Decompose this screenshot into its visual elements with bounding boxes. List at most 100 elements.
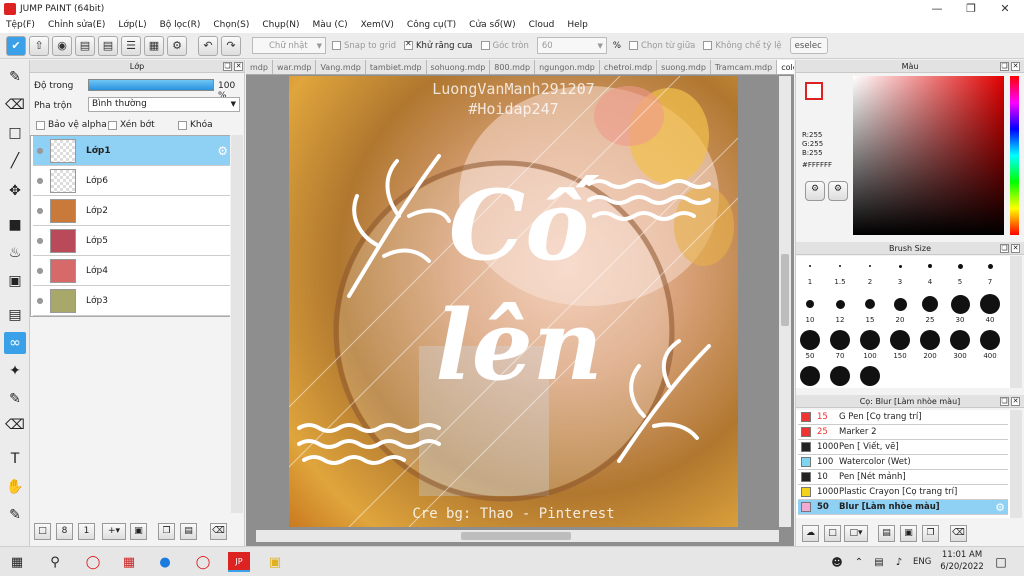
layer-row[interactable]: ● Lớp2 <box>33 196 230 226</box>
move-tool-icon[interactable]: ✥ <box>4 180 26 202</box>
saturation-picker[interactable] <box>853 76 1004 235</box>
pen-tool-icon[interactable]: ✎ <box>4 66 26 88</box>
brush-size-dot[interactable] <box>860 330 880 350</box>
jump-paint-taskbar-icon[interactable]: JP <box>228 552 250 572</box>
menu-tools[interactable]: Công cụ(T) <box>407 20 456 30</box>
undock-icon[interactable]: ❏ <box>223 62 232 71</box>
brush-size-dot[interactable] <box>890 330 910 350</box>
brush-row[interactable]: 100 Watercolor (Wet) <box>798 455 1008 470</box>
opacity-slider[interactable] <box>88 79 214 91</box>
cloud-icon[interactable]: ✔ <box>6 35 26 56</box>
lock-option[interactable]: Khóa <box>178 120 213 130</box>
notification-icon[interactable]: □ <box>990 552 1012 572</box>
folder-icon[interactable]: ▣ <box>130 523 147 540</box>
no-ratio-option[interactable]: Không chế tỷ lệ <box>703 41 782 51</box>
network-icon[interactable]: ▤ <box>868 552 890 572</box>
lasso-tool-icon[interactable]: ∞ <box>4 332 26 354</box>
new-layer-icon[interactable]: □ <box>34 523 51 540</box>
undo-icon[interactable]: ↶ <box>198 35 218 56</box>
brush-row[interactable]: 15 G Pen [Cọ trang trí] <box>798 410 1008 425</box>
redo-icon[interactable]: ↷ <box>221 35 241 56</box>
hue-slider[interactable] <box>1010 76 1019 235</box>
horizontal-scrollbar[interactable] <box>256 530 779 542</box>
foreground-color-swatch[interactable] <box>805 82 823 100</box>
round-value-input[interactable]: 60 ▼ <box>536 37 607 54</box>
app-red-icon[interactable]: ▦ <box>118 552 140 572</box>
rectangle-tool-icon[interactable]: □ <box>4 122 26 144</box>
new-layer-8bit-icon[interactable]: 8 <box>56 523 73 540</box>
magic-wand-icon[interactable]: ✦ <box>4 360 26 382</box>
windows-start-icon[interactable]: ▦ <box>6 552 28 572</box>
menu-view[interactable]: Xem(V) <box>361 20 394 30</box>
chat-icon[interactable]: ◉ <box>52 35 72 56</box>
brush-size-dot[interactable] <box>950 294 970 314</box>
page-icon[interactable]: ▤ <box>98 35 118 56</box>
brush-size-dot[interactable] <box>922 296 938 312</box>
tab-doc[interactable]: 800.mdp <box>490 60 536 74</box>
menu-capture[interactable]: Chụp(N) <box>262 20 299 30</box>
tab-doc[interactable]: Vang.mdp <box>316 60 366 74</box>
deselect-button[interactable]: eselec <box>789 37 828 54</box>
brush-size-dot[interactable] <box>809 265 811 267</box>
people-icon[interactable]: ☻ <box>826 552 848 572</box>
hand-tool-icon[interactable]: ✋ <box>4 476 26 498</box>
tab-doc[interactable]: sohuong.mdp <box>426 60 491 74</box>
add-layer-menu-icon[interactable]: +▾ <box>102 523 126 540</box>
zalo-icon[interactable]: ● <box>154 552 176 572</box>
visibility-icon[interactable]: ● <box>33 296 47 305</box>
gradient-tool-icon[interactable]: ▣ <box>4 270 26 292</box>
canvas-artwork[interactable]: LuongVanManh291207 #Hoidap247 Cố lên Cre… <box>289 76 738 527</box>
clock-time[interactable]: 11:01 AM <box>940 550 984 560</box>
brush-row[interactable]: 50 Blur [Làm nhòe màu] ⚙ <box>798 500 1008 515</box>
visibility-icon[interactable]: ● <box>33 176 47 185</box>
trash-icon[interactable]: ⌫ <box>210 523 227 540</box>
brush-size-dot[interactable] <box>800 366 820 386</box>
maximize-button[interactable]: ❐ <box>954 0 988 17</box>
close-panel-icon[interactable]: ✕ <box>1011 397 1020 406</box>
shape-select[interactable]: Chữ nhật ▼ <box>252 37 326 54</box>
minimize-button[interactable]: — <box>920 0 954 17</box>
close-button[interactable]: ✕ <box>988 0 1022 17</box>
brush-size-dot[interactable] <box>957 263 963 269</box>
select-center-option[interactable]: Chọn từ giữa <box>628 41 695 51</box>
brush-folder-icon[interactable]: ▣ <box>900 525 917 542</box>
brush-duplicate-icon[interactable]: ❐ <box>922 525 939 542</box>
brush-size-dot[interactable] <box>839 265 841 267</box>
brush-size-dot[interactable] <box>898 264 902 268</box>
menu-select[interactable]: Chọn(S) <box>213 20 249 30</box>
brush-menu-icon[interactable]: □▾ <box>844 525 868 542</box>
select-eraser-icon[interactable]: ⌫ <box>4 414 26 436</box>
tab-active[interactable]: colen.mdp <box>777 60 794 74</box>
brush-size-dot[interactable] <box>893 297 907 311</box>
share-icon[interactable]: ⇧ <box>29 35 49 56</box>
brush-trash-icon[interactable]: ⌫ <box>950 525 967 542</box>
eyedropper-tool-icon[interactable]: ✎ <box>4 504 26 526</box>
new-layer-1bit-icon[interactable]: 1 <box>78 523 95 540</box>
scroll-thumb[interactable] <box>781 254 789 326</box>
brush-row[interactable]: 1000 Plastic Crayon [Cọ trang trí] <box>798 485 1008 500</box>
search-icon[interactable]: ⚲ <box>44 552 66 572</box>
brush-page-icon[interactable]: ▤ <box>878 525 895 542</box>
brush-list-scrollbar[interactable] <box>1010 410 1022 518</box>
round-corner-option[interactable]: Góc tròn <box>480 41 529 51</box>
menu-edit[interactable]: Chỉnh sửa(E) <box>48 20 105 30</box>
eraser-tool-icon[interactable]: ⌫ <box>4 94 26 116</box>
layer-row[interactable]: ● Lớp4 <box>33 256 230 286</box>
brush-size-dot[interactable] <box>950 330 970 350</box>
undock-icon[interactable]: ❏ <box>1000 244 1009 253</box>
layer-row[interactable]: ● Lớp6 <box>33 166 230 196</box>
brush-size-dot[interactable] <box>800 330 820 350</box>
gear-icon[interactable]: ⚙ <box>217 144 228 158</box>
menu-layer[interactable]: Lớp(L) <box>118 20 146 30</box>
visibility-icon[interactable]: ● <box>33 206 47 215</box>
brush-size-dot[interactable] <box>830 366 850 386</box>
list-icon[interactable]: ☰ <box>121 35 141 56</box>
brush-size-grid[interactable]: 1 1.5 2 3 4 5 7 10 12 15 20 25 30 40 50 70 100 150 200 300 4… <box>796 256 1010 388</box>
line-tool-icon[interactable]: ╱ <box>4 150 26 172</box>
brush-size-dot[interactable] <box>830 330 850 350</box>
volume-icon[interactable]: ♪ <box>888 552 910 572</box>
visibility-icon[interactable]: ● <box>33 146 47 155</box>
undock-icon[interactable]: ❏ <box>1000 397 1009 406</box>
clock-date[interactable]: 6/20/2022 <box>940 562 984 572</box>
brush-row[interactable]: 1000 Pen [ Viết, vẽ] <box>798 440 1008 455</box>
